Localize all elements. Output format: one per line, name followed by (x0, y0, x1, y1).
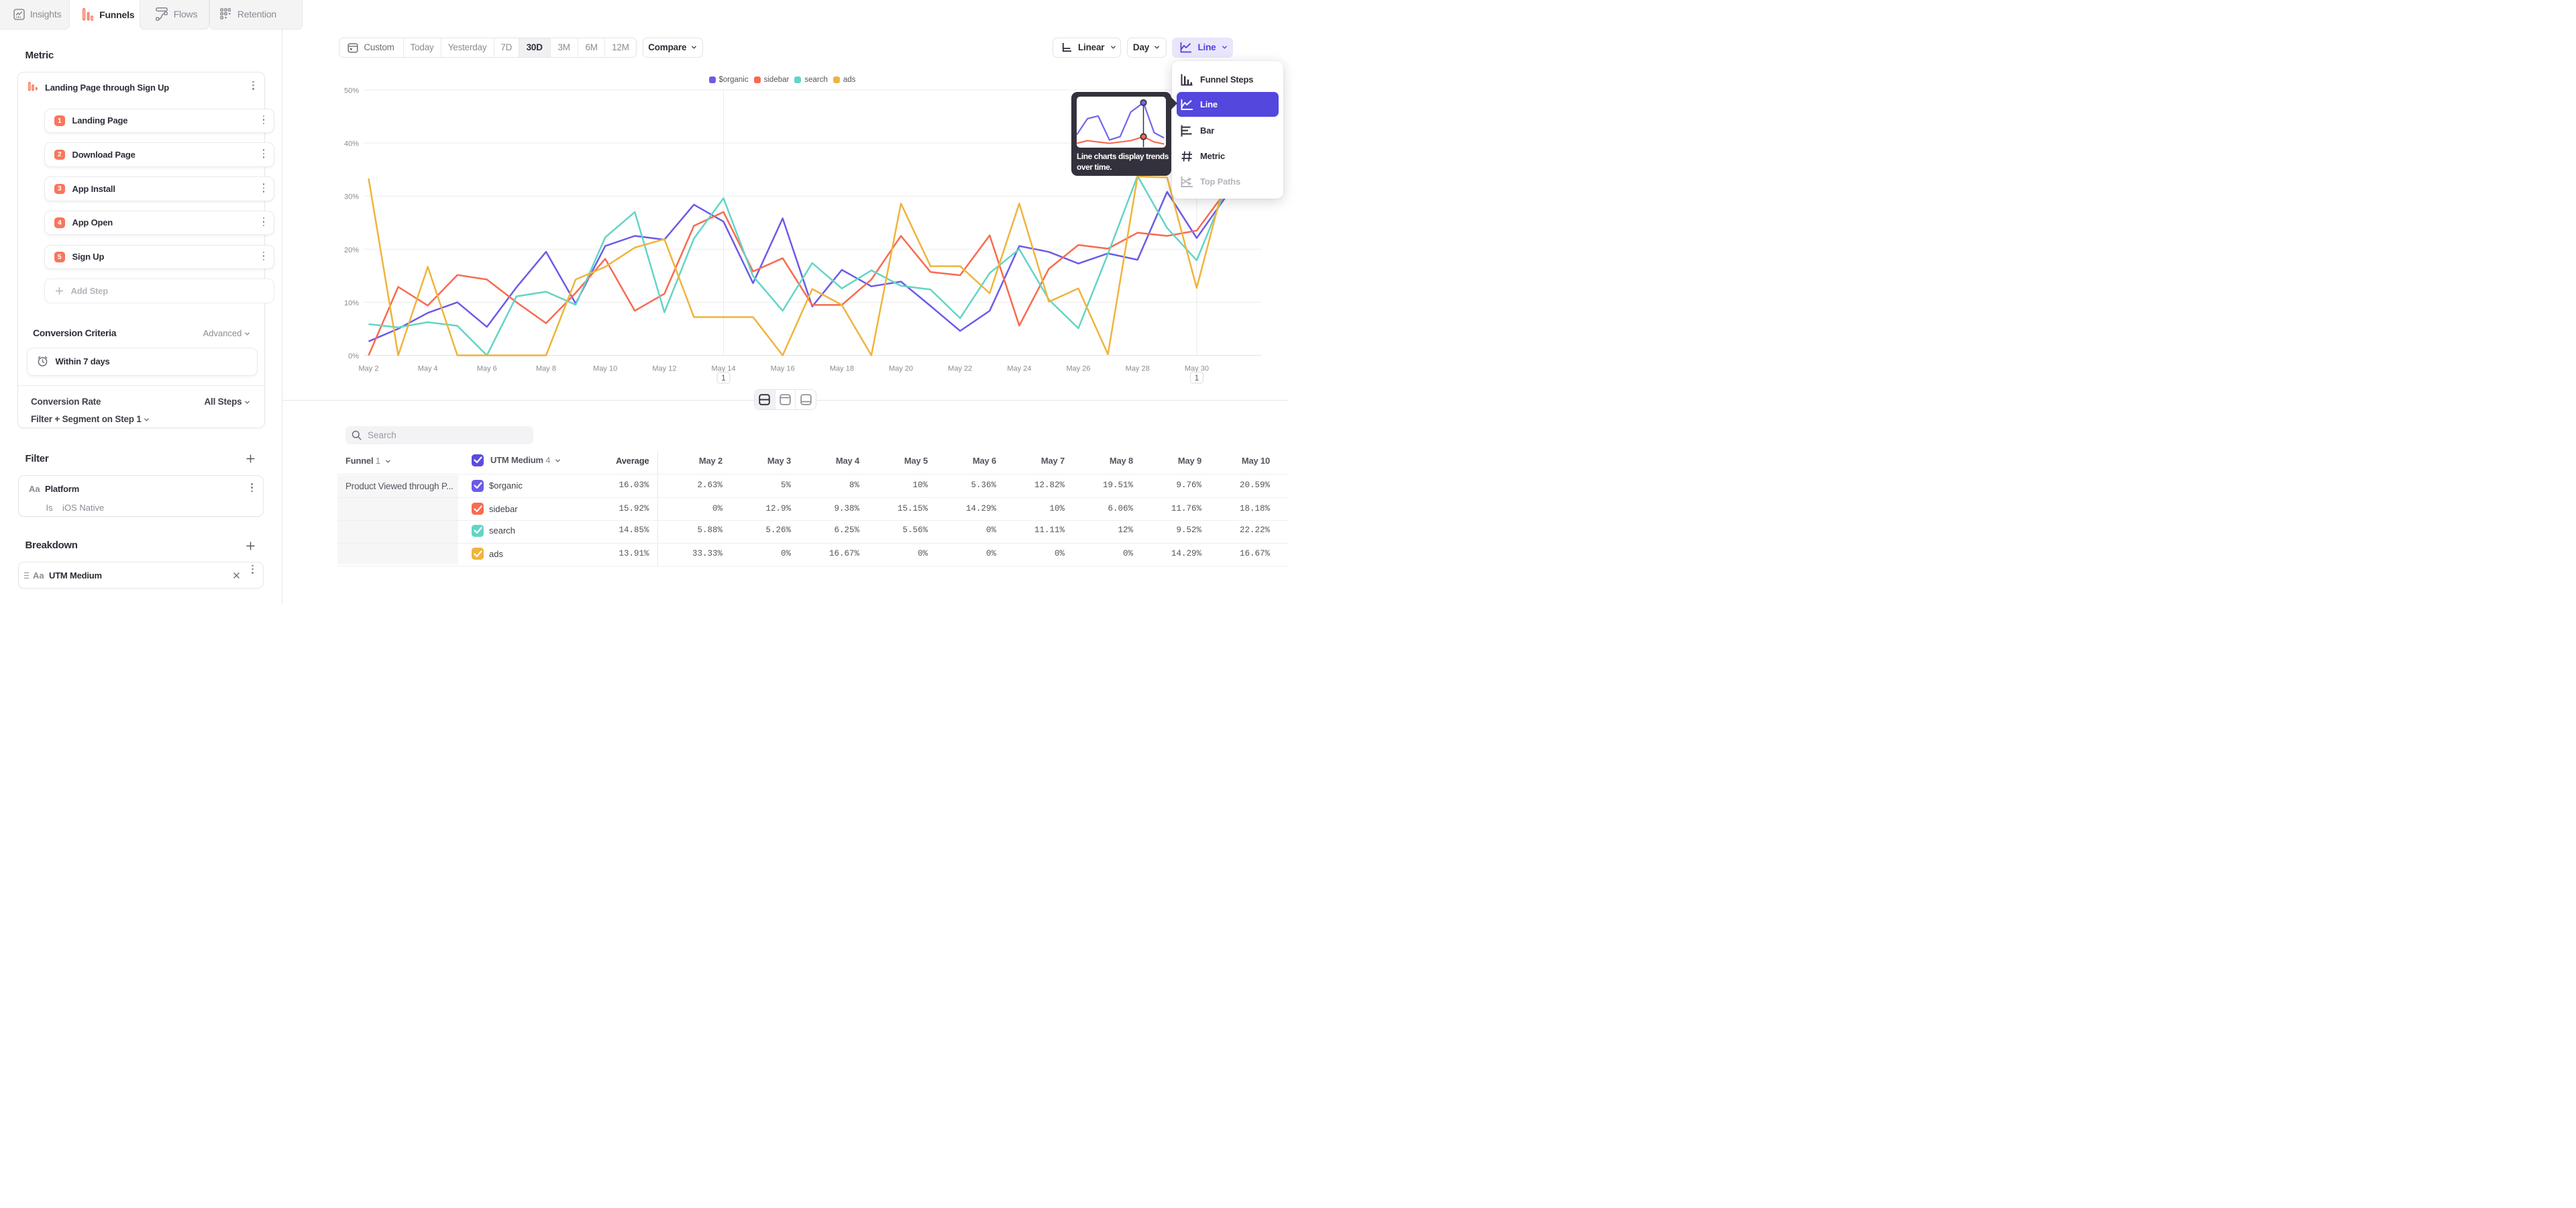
svg-text:May 6: May 6 (477, 365, 497, 373)
svg-text:May 30: May 30 (1185, 365, 1209, 373)
svg-text:1: 1 (721, 374, 725, 383)
svg-text:May 2: May 2 (359, 365, 379, 373)
svg-text:May 4: May 4 (418, 365, 438, 373)
svg-text:May 12: May 12 (652, 365, 676, 373)
svg-text:May 24: May 24 (1007, 365, 1031, 373)
svg-text:May 28: May 28 (1126, 365, 1150, 373)
svg-text:30%: 30% (344, 193, 359, 201)
svg-text:May 22: May 22 (948, 365, 972, 373)
svg-text:0%: 0% (348, 352, 359, 360)
svg-text:May 14: May 14 (711, 365, 735, 373)
svg-text:May 26: May 26 (1066, 365, 1090, 373)
svg-text:1: 1 (1195, 374, 1199, 383)
svg-text:May 8: May 8 (536, 365, 556, 373)
svg-text:20%: 20% (344, 246, 359, 254)
svg-text:40%: 40% (344, 140, 359, 148)
svg-text:50%: 50% (344, 87, 359, 95)
svg-text:May 16: May 16 (771, 365, 795, 373)
svg-text:May 20: May 20 (889, 365, 913, 373)
svg-text:May 18: May 18 (830, 365, 854, 373)
svg-text:10%: 10% (344, 299, 359, 307)
svg-text:May 10: May 10 (593, 365, 617, 373)
